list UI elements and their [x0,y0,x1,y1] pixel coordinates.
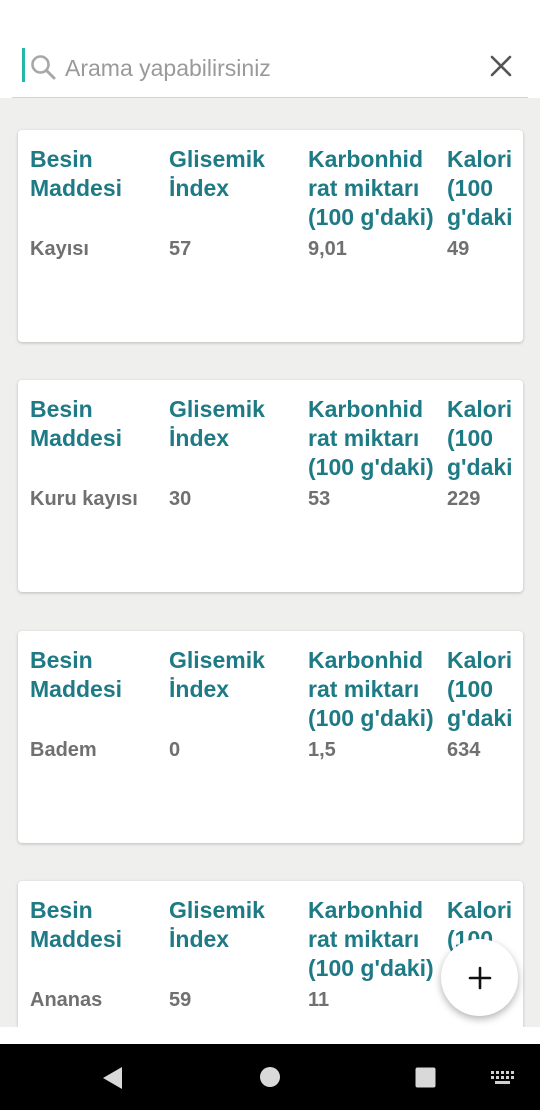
header-glycemic-index: Glisemik İndex [169,396,265,451]
recents-icon[interactable] [415,1067,436,1088]
header-food-name: Besin Maddesi [30,396,123,451]
home-icon[interactable] [259,1066,281,1088]
header-carbohydrate: Karbonhid rat miktarı (100 g'daki) [308,897,434,981]
food-name: Kayısı [30,238,89,260]
food-name: Badem [30,739,97,761]
keyboard-icon[interactable] [491,1071,515,1085]
glycemic-index-value: 59 [169,989,192,1011]
header-glycemic-index: Glisemik İndex [169,647,265,702]
header-food-name: Besin Maddesi [30,146,123,201]
text-cursor [22,48,25,82]
food-list[interactable]: Besin Maddesi Glisemik İndex Karbonhid r… [0,98,540,1027]
search-bar: Arama yapabilirsiniz [0,0,540,98]
food-name: Ananas [30,989,103,1011]
plus-icon [468,966,491,989]
header-carbohydrate: Karbonhid rat miktarı (100 g'daki) [308,396,434,480]
back-icon[interactable] [102,1066,124,1090]
header-glycemic-index: Glisemik İndex [169,897,265,952]
close-icon[interactable] [489,54,513,78]
carbohydrate-value: 53 [308,488,331,510]
glycemic-index-value: 57 [169,238,192,260]
calories-value: 49 [447,238,470,260]
glycemic-index-value: 0 [169,739,181,761]
calories-value: 229 [447,488,481,510]
carbohydrate-value: 9,01 [308,238,347,260]
food-name: Kuru kayısı [30,488,138,510]
glycemic-index-value: 30 [169,488,192,510]
system-navigation-bar [0,1044,540,1110]
header-food-name: Besin Maddesi [30,897,123,952]
food-card[interactable]: Besin Maddesi Glisemik İndex Karbonhid r… [18,881,523,1027]
search-input[interactable]: Arama yapabilirsiniz [65,54,271,82]
carbohydrate-value: 11 [308,989,330,1011]
carbohydrate-value: 1,5 [308,739,336,761]
food-card[interactable]: Besin Maddesi Glisemik İndex Karbonhid r… [18,631,523,843]
add-food-button[interactable] [441,939,518,1016]
header-glycemic-index: Glisemik İndex [169,146,265,201]
header-calories: Kalori (100 g'daki [447,647,513,731]
header-calories: Kalori (100 g'daki [447,146,513,230]
food-card[interactable]: Besin Maddesi Glisemik İndex Karbonhid r… [18,380,523,592]
header-carbohydrate: Karbonhid rat miktarı (100 g'daki) [308,647,434,731]
food-card[interactable]: Besin Maddesi Glisemik İndex Karbonhid r… [18,130,523,342]
header-carbohydrate: Karbonhid rat miktarı (100 g'daki) [308,146,434,230]
calories-value: 634 [447,739,481,761]
header-calories: Kalori (100 g'daki [447,396,513,480]
header-food-name: Besin Maddesi [30,647,123,702]
search-icon [31,55,56,80]
